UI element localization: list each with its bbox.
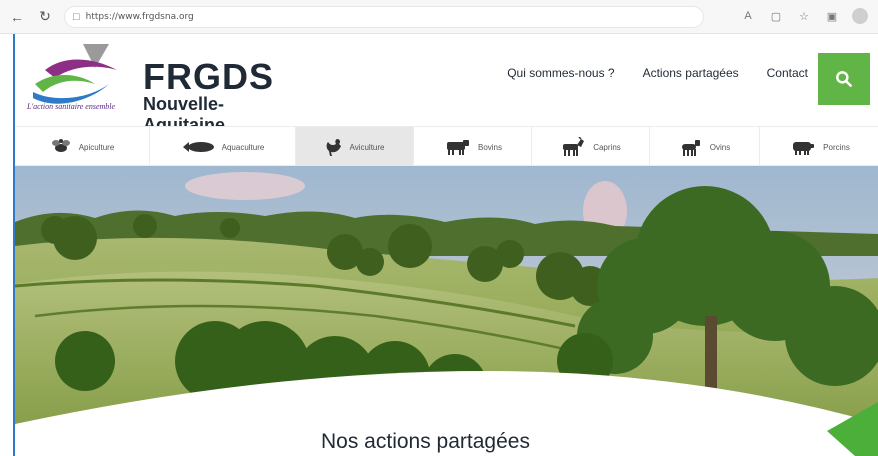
- category-ovins[interactable]: Ovins: [650, 127, 760, 167]
- fish-icon: [181, 140, 215, 154]
- profile-avatar[interactable]: [852, 8, 868, 24]
- nav-actions-partagees[interactable]: Actions partagées: [643, 66, 739, 80]
- cow-icon: [443, 138, 471, 156]
- category-label: Aquaculture: [221, 142, 265, 152]
- category-label: Bovins: [477, 142, 502, 152]
- category-bovins[interactable]: Bovins: [414, 127, 532, 167]
- tab-icon[interactable]: ▢: [768, 6, 784, 26]
- website-frame: FRGDS Nouvelle-Aquitaine L'action sanita…: [13, 34, 878, 456]
- category-label: Apiculture: [78, 142, 115, 152]
- category-aviculture[interactable]: Aviculture: [296, 127, 414, 167]
- reload-icon[interactable]: ↻: [34, 6, 56, 28]
- logo-tagline: L'action sanitaire ensemble: [27, 102, 116, 111]
- browser-actions: A ▢ ☆ ▣: [740, 6, 868, 26]
- nav-qui-sommes-nous[interactable]: Qui sommes-nous ?: [507, 66, 614, 80]
- pig-icon: [790, 138, 816, 156]
- address-bar[interactable]: □ https://www.frgdsna.org: [64, 5, 704, 28]
- bee-icon: [50, 138, 72, 156]
- category-porcins[interactable]: Porcins: [760, 127, 878, 167]
- category-aquaculture[interactable]: Aquaculture: [150, 127, 296, 167]
- collections-icon[interactable]: ▣: [824, 6, 840, 26]
- sheep-icon: [679, 137, 703, 157]
- main-nav: Qui sommes-nous ? Actions partagées Cont…: [507, 66, 808, 80]
- section-heading: Nos actions partagées: [321, 430, 530, 453]
- lock-icon: □: [73, 10, 80, 23]
- category-apiculture[interactable]: Apiculture: [15, 127, 150, 167]
- site-header: FRGDS Nouvelle-Aquitaine L'action sanita…: [15, 34, 878, 135]
- nav-contact[interactable]: Contact: [767, 66, 808, 80]
- category-caprins[interactable]: Caprins: [532, 127, 650, 167]
- site-logo[interactable]: FRGDS Nouvelle-Aquitaine L'action sanita…: [25, 40, 295, 135]
- search-button[interactable]: [818, 53, 870, 105]
- search-icon: [836, 71, 852, 87]
- category-label: Caprins: [593, 142, 621, 152]
- category-bar: Apiculture Aquaculture Aviculture Bovins…: [15, 126, 878, 167]
- logo-title: FRGDS: [143, 56, 274, 97]
- goat-icon: [560, 137, 586, 157]
- read-aloud-icon[interactable]: A: [740, 6, 756, 26]
- url-text: https://www.frgdsna.org: [85, 11, 194, 22]
- category-label: Ovins: [709, 142, 731, 152]
- browser-toolbar: ← ↻ □ https://www.frgdsna.org A ▢ ☆ ▣: [0, 0, 878, 34]
- chicken-icon: [325, 137, 343, 157]
- favorite-star-icon[interactable]: ☆: [796, 6, 812, 26]
- category-label: Porcins: [823, 142, 850, 152]
- category-label: Aviculture: [349, 142, 385, 152]
- hero-landscape-image: [15, 166, 878, 456]
- back-arrow-icon[interactable]: ←: [6, 6, 28, 28]
